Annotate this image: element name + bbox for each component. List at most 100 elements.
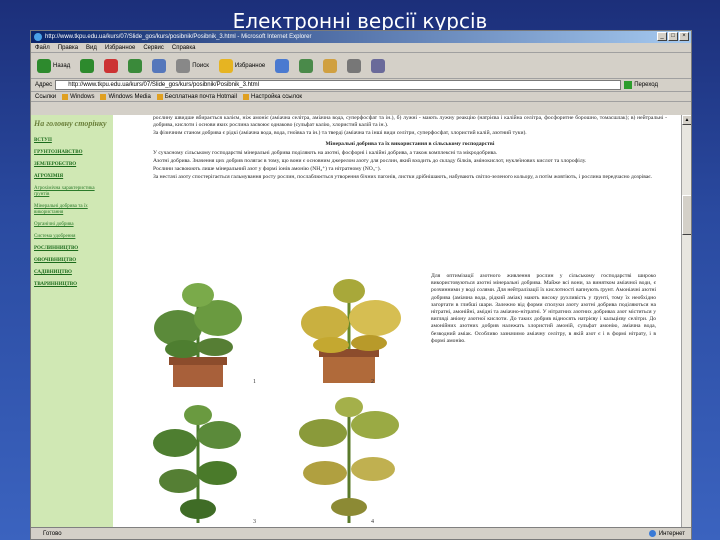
window-title: http://www.tkpu.edu.ua/kurs/07/Slide_gos… xyxy=(45,34,312,40)
figure-label-3: 3 xyxy=(253,519,256,525)
print-icon xyxy=(347,58,362,73)
history-icon xyxy=(299,58,314,73)
quick-link-label: Windows xyxy=(70,93,95,100)
plant-illustration xyxy=(153,279,401,523)
body-paragraph-2: Азотні добрива. Значення цих добрив поля… xyxy=(153,158,587,164)
search-button[interactable]: Поиск xyxy=(174,56,211,76)
menu-item[interactable]: Файл xyxy=(35,43,50,52)
links-bar: Ссылки Windows Windows Media Бесплатная по… xyxy=(31,92,691,102)
quick-link[interactable]: Windows xyxy=(62,93,95,100)
quick-link-label: Настройка ссылок xyxy=(250,93,303,100)
body-paragraph-4: За нестачі азоту спостерігається гальмув… xyxy=(153,174,653,180)
favorites-icon xyxy=(218,58,233,73)
menu-item[interactable]: Избранное xyxy=(105,43,135,52)
menu-item[interactable]: Справка xyxy=(172,43,196,52)
media-icon xyxy=(275,58,290,73)
plant-3 xyxy=(153,405,241,523)
go-label: Переход xyxy=(634,82,659,88)
edit-button[interactable] xyxy=(369,56,387,76)
vertical-scrollbar[interactable]: ▲ xyxy=(681,115,691,527)
forward-arrow-button[interactable] xyxy=(78,56,96,76)
back-arrow-button[interactable]: Назад xyxy=(35,56,72,76)
page-viewport: На головну сторінку ВСТУП ГРУНТОЗНАВСТВО З… xyxy=(31,115,691,527)
links-label: Ссылки xyxy=(35,93,57,100)
figure-label-4: 4 xyxy=(371,519,374,525)
sidebar-item[interactable]: ВСТУП xyxy=(34,138,110,144)
window-controls: _ □ × xyxy=(657,32,689,41)
home-button[interactable] xyxy=(150,56,168,76)
link-icon xyxy=(100,93,107,100)
mail-icon xyxy=(323,58,338,73)
history-button[interactable] xyxy=(297,56,315,76)
sidebar-item[interactable]: ГРУНТОЗНАВСТВО xyxy=(34,150,110,156)
window-titlebar: http://www.tkpu.edu.ua/kurs/07/Slide_gos… xyxy=(31,31,691,43)
home-link[interactable]: На головну сторінку xyxy=(34,119,110,128)
zone-label: Интернет xyxy=(658,530,685,537)
status-bar: Готово Интернет xyxy=(31,527,691,539)
favorites-button[interactable]: Избранное xyxy=(217,56,267,76)
link-icon xyxy=(242,93,249,100)
go-arrow-icon xyxy=(624,81,633,89)
sidebar-item[interactable]: ТВАРИННИЦТВО xyxy=(34,282,110,288)
sidebar-item[interactable]: РОСЛИННИЦТВО xyxy=(34,246,110,252)
section-title: Мінеральні добрива та їх використання в … xyxy=(325,141,495,147)
close-icon[interactable]: × xyxy=(679,32,689,41)
stop-icon xyxy=(104,58,119,73)
sidebar-item[interactable]: Агрохімічна характеристика ґрунтів xyxy=(34,186,110,198)
page-content: рослину швидше вбирається калієм, ніж ам… xyxy=(113,115,673,527)
edit-icon xyxy=(371,58,386,73)
home-icon xyxy=(152,58,167,73)
plant-2 xyxy=(301,279,401,383)
toolbar-label: Поиск xyxy=(192,62,209,69)
sidebar-item[interactable]: ОВОЧІВНИЦТВО xyxy=(34,258,110,264)
intro-paragraph-1: рослину швидше вбирається калієм, ніж ам… xyxy=(153,115,667,128)
browser-window: http://www.tkpu.edu.ua/kurs/07/Slide_gos… xyxy=(30,30,692,540)
back-arrow-icon xyxy=(37,58,51,73)
plant-4 xyxy=(299,397,399,523)
body-paragraph-3: Рослини засвоюють лише мінеральний азот … xyxy=(153,166,382,172)
toolbar-label: Назад xyxy=(53,62,71,69)
quick-link-label: Бесплатная почта Hotmail xyxy=(164,93,237,100)
sidebar-item[interactable]: Мінеральні добрива та їх використання xyxy=(34,204,110,216)
quick-link[interactable]: Windows Media xyxy=(100,93,151,100)
menu-item[interactable]: Сервис xyxy=(143,43,164,52)
address-bar: Адрес http://www.tkpu.edu.ua/kurs/07/Sli… xyxy=(31,79,691,92)
globe-icon xyxy=(648,530,656,537)
menu-bar: Файл Правка Вид Избранное Сервис Справка xyxy=(31,43,691,53)
menu-item[interactable]: Правка xyxy=(58,43,78,52)
sidebar-item[interactable]: Органічні добрива xyxy=(34,222,110,228)
figure-label-2: 2 xyxy=(371,379,374,385)
internet-explorer-icon xyxy=(34,33,42,41)
sidebar-item[interactable]: ЗЕМЛЕРОБСТВО xyxy=(34,162,110,168)
figure-label-1: 1 xyxy=(253,379,256,385)
address-input[interactable]: http://www.tkpu.edu.ua/kurs/07/Slide_gos… xyxy=(55,80,622,90)
quick-link[interactable]: Бесплатная почта Hotmail xyxy=(156,93,237,100)
sidebar-nav: На головну сторінку ВСТУП ГРУНТОЗНАВСТВО З… xyxy=(31,115,113,527)
body-paragraph-1: У сучасному сільському господарстві міне… xyxy=(153,150,498,156)
go-button[interactable]: Переход xyxy=(624,81,658,89)
stop-button[interactable] xyxy=(102,56,120,76)
search-icon xyxy=(176,58,191,73)
toolbar-label: Избранное xyxy=(234,62,266,69)
forward-arrow-icon xyxy=(80,58,95,73)
minimize-icon[interactable]: _ xyxy=(657,32,667,41)
sidebar-item[interactable]: САДІВНИЦТВО xyxy=(34,270,110,276)
security-zone: Интернет xyxy=(648,528,685,539)
link-icon xyxy=(156,93,163,100)
sidebar-item[interactable]: АГРОХІМІЯ xyxy=(34,174,110,180)
refresh-icon xyxy=(128,58,143,73)
toolbar: Назад Поиск Избранное xyxy=(31,53,691,79)
quick-link[interactable]: Настройка ссылок xyxy=(242,93,303,100)
right-column-text: Для оптимізації азотного живлення рослин… xyxy=(431,273,656,344)
refresh-button[interactable] xyxy=(126,56,144,76)
scroll-up-icon[interactable]: ▲ xyxy=(682,115,691,125)
media-button[interactable] xyxy=(273,56,291,76)
link-icon xyxy=(62,93,69,100)
maximize-icon[interactable]: □ xyxy=(668,32,678,41)
scroll-thumb[interactable] xyxy=(682,195,691,235)
print-button[interactable] xyxy=(345,56,363,76)
menu-item[interactable]: Вид xyxy=(86,43,97,52)
sidebar-item[interactable]: Система удобрення xyxy=(34,234,110,240)
plant-1 xyxy=(154,283,242,387)
mail-button[interactable] xyxy=(321,56,339,76)
